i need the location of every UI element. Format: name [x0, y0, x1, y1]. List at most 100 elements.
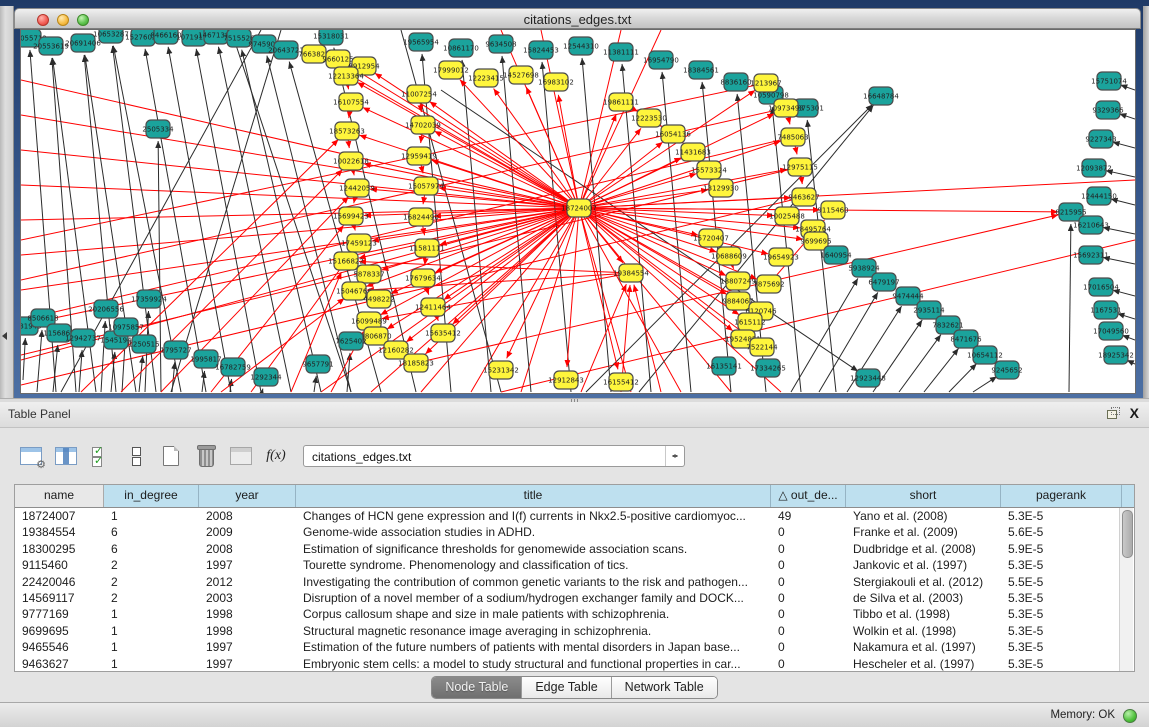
graph-node[interactable]: 19861111 — [603, 93, 639, 111]
graph-node[interactable]: 12223415 — [468, 69, 504, 87]
graph-node[interactable]: 5878337 — [353, 265, 384, 283]
graph-node[interactable]: 18807249 — [720, 272, 756, 290]
graph-node[interactable]: 12223530 — [631, 109, 667, 127]
graph-node[interactable]: 1292344 — [250, 368, 282, 386]
column-header-short[interactable]: short — [846, 485, 1001, 507]
network-graph[interactable]: 1872400724055712205536192069140610653287… — [21, 30, 1135, 393]
graph-node[interactable]: 9634508 — [485, 35, 516, 53]
graph-node[interactable]: 7875692 — [753, 275, 784, 293]
function-builder-button[interactable]: f(x) — [263, 443, 289, 469]
table-row[interactable]: 977716911998Corpus callosum shape and si… — [15, 606, 1134, 622]
delete-button[interactable] — [193, 443, 219, 469]
graph-node[interactable]: 16648784 — [863, 87, 899, 105]
graph-node[interactable]: 19565954 — [403, 33, 439, 51]
close-panel-icon[interactable]: X — [1130, 406, 1139, 420]
graph-node[interactable]: 17049560 — [1093, 322, 1129, 340]
graph-node[interactable]: 19654923 — [763, 248, 799, 266]
graph-node[interactable]: 18384561 — [683, 61, 719, 79]
graph-node[interactable]: 14527698 — [503, 66, 539, 84]
graph-node[interactable]: 12544310 — [563, 37, 599, 55]
graph-node[interactable]: 15573324 — [691, 161, 727, 179]
graph-node[interactable]: 15318031 — [313, 30, 349, 45]
tab-node-table[interactable]: Node Table — [432, 677, 522, 698]
table-row[interactable]: 969969511998Structural magnetic resonanc… — [15, 623, 1134, 639]
row-options-button[interactable] — [123, 443, 149, 469]
tab-edge-table[interactable]: Edge Table — [522, 677, 611, 698]
table-row[interactable]: 1456911722003Disruption of a novel membe… — [15, 590, 1134, 606]
graph-node[interactable]: 7522144 — [746, 338, 778, 356]
column-header-pagerank[interactable]: pagerank — [1001, 485, 1122, 507]
graph-node[interactable]: 10688609 — [711, 247, 747, 265]
column-header-name[interactable]: name — [15, 485, 104, 507]
column-header-year[interactable]: year — [199, 485, 296, 507]
graph-node[interactable]: 9657791 — [302, 355, 333, 373]
graph-node[interactable]: 12442059 — [339, 179, 375, 197]
graph-node[interactable]: 15824453 — [523, 41, 559, 59]
graph-node[interactable]: 9463627 — [788, 188, 819, 206]
graph-node[interactable]: 4498222 — [363, 290, 394, 308]
graph-node[interactable]: 11007254 — [401, 85, 437, 103]
graph-node[interactable]: 1167531 — [1090, 301, 1121, 319]
float-panel-icon[interactable] — [1107, 407, 1120, 419]
graph-node[interactable]: 17334265 — [750, 359, 786, 377]
show-columns-button[interactable] — [53, 443, 79, 469]
graph-node[interactable]: 11381111 — [603, 43, 639, 61]
graph-node[interactable]: 16155412 — [603, 373, 639, 391]
graph-node[interactable]: 10861170 — [443, 39, 479, 57]
graph-node[interactable]: 12923448 — [850, 369, 886, 387]
graph-node[interactable]: 2505334 — [142, 120, 174, 138]
graph-node[interactable]: 12093872 — [1076, 159, 1112, 177]
table-row[interactable]: 2242004622012Investigating the contribut… — [15, 574, 1134, 590]
table-vertical-scrollbar[interactable] — [1119, 508, 1133, 671]
graph-node[interactable]: 7485063 — [777, 128, 808, 146]
graph-node[interactable]: 16954790 — [643, 51, 679, 69]
graph-node[interactable]: 15720407 — [693, 229, 729, 247]
table-row[interactable]: 946362711997Embryonic stem cells: a mode… — [15, 656, 1134, 672]
graph-node[interactable]: 8471676 — [950, 330, 982, 348]
graph-node[interactable]: 15751074 — [1091, 72, 1127, 90]
table-row[interactable]: 1830029562008Estimation of significance … — [15, 541, 1134, 557]
tab-network-table[interactable]: Network Table — [612, 677, 717, 698]
left-panel-collapsed-splitter[interactable] — [0, 6, 14, 398]
network-canvas[interactable]: 1872400724055712205536192069140610653287… — [20, 29, 1136, 394]
table-row[interactable]: 911546021997Tourette syndrome. Phenomeno… — [15, 557, 1134, 573]
graph-node[interactable]: 1640954 — [820, 246, 852, 264]
graph-node[interactable]: 6479197 — [868, 273, 899, 291]
graph-node[interactable]: 18573263 — [329, 122, 365, 140]
graph-node[interactable]: 1250515 — [128, 335, 159, 353]
table-settings-button[interactable] — [18, 443, 44, 469]
graph-node[interactable]: 15699423 — [333, 207, 369, 225]
graph-node[interactable]: 15692311 — [1073, 246, 1109, 264]
table-row[interactable]: 946554611997Estimation of the future num… — [15, 639, 1134, 655]
table-row[interactable]: 1938455462009Genome-wide association stu… — [15, 524, 1134, 540]
graph-node[interactable]: 9245652 — [991, 361, 1022, 379]
graph-node[interactable]: 7625402 — [335, 332, 366, 350]
graph-node[interactable]: 1795727 — [160, 341, 191, 359]
table-row[interactable]: 1872400712008Changes of HCN gene express… — [15, 508, 1134, 524]
table-selector-dropdown[interactable]: citations_edges.txt — [303, 445, 685, 467]
graph-node[interactable]: 9227343 — [1085, 130, 1116, 148]
graph-node[interactable]: 10022618 — [333, 152, 369, 170]
graph-node[interactable]: 1615112 — [734, 313, 765, 331]
graph-node[interactable]: 16054136 — [655, 125, 691, 143]
new-table-button[interactable] — [158, 443, 184, 469]
graph-node[interactable]: 9329366 — [1092, 101, 1124, 119]
memory-ok-indicator[interactable] — [1123, 709, 1137, 723]
graph-node[interactable]: 17016504 — [1083, 278, 1119, 296]
expand-left-panel-arrow-icon[interactable] — [2, 332, 7, 340]
graph-node[interactable]: 9115460 — [817, 201, 848, 219]
column-header-out_de[interactable]: △ out_de... — [771, 485, 846, 507]
graph-node[interactable]: 8836160 — [720, 73, 751, 91]
graph-node[interactable]: 12444150 — [1081, 187, 1117, 205]
graph-node[interactable]: 12411464 — [415, 298, 451, 316]
graph-node[interactable]: 16135141 — [706, 357, 742, 375]
scrollbar-thumb[interactable] — [1122, 510, 1133, 558]
column-header-title[interactable]: title — [296, 485, 771, 507]
network-window-titlebar[interactable]: citations_edges.txt — [14, 8, 1141, 29]
graph-node[interactable]: 1213967 — [750, 74, 781, 92]
graph-node[interactable]: 13129930 — [703, 179, 739, 197]
column-header-in_degree[interactable]: in_degree — [104, 485, 199, 507]
black-edge — [1119, 114, 1135, 119]
graph-node[interactable]: 15057974 — [408, 177, 444, 195]
select-columns-button[interactable] — [88, 443, 114, 469]
